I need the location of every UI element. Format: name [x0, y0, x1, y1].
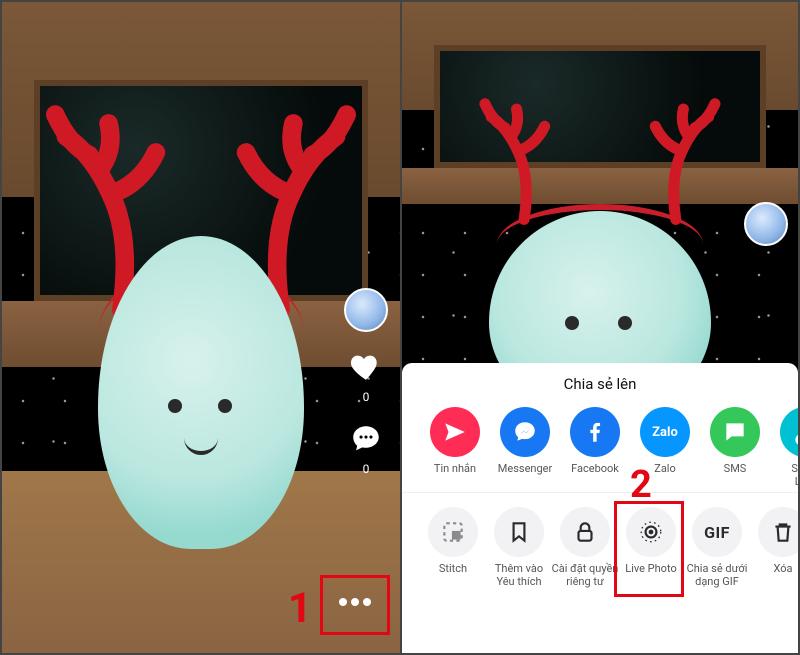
- annotation-number-1: 1: [288, 584, 312, 633]
- screenshot-right: Chia sẻ lên Tin nhắnMessengerFacebook Zal…: [400, 2, 798, 653]
- video-frame: [402, 2, 798, 363]
- share-sheet-title: Chia sẻ lên: [402, 363, 798, 401]
- sms-icon: [710, 407, 760, 457]
- avatar[interactable]: [744, 202, 788, 246]
- action-delete[interactable]: Xóa: [750, 507, 798, 588]
- share-facebook[interactable]: Facebook: [560, 407, 630, 488]
- action-stitch[interactable]: Stitch: [420, 507, 486, 588]
- action-privacy[interactable]: Cài đặt quyền riêng tư: [552, 507, 618, 588]
- more-button[interactable]: [332, 579, 378, 625]
- share-sms[interactable]: SMS: [700, 407, 770, 488]
- action-label: Live Photo: [615, 563, 687, 576]
- like-icon[interactable]: [349, 350, 383, 384]
- like-count: 0: [363, 390, 370, 404]
- action-label: Stitch: [417, 563, 489, 576]
- gif-icon: GIF: [692, 507, 742, 557]
- delete-icon: [758, 507, 798, 557]
- messenger-icon: [500, 407, 550, 457]
- action-livephoto[interactable]: Live Photo: [618, 507, 684, 588]
- share-label: Tin nhắn: [419, 463, 491, 476]
- copylink-icon: [780, 407, 798, 457]
- facebook-icon: [570, 407, 620, 457]
- livephoto-icon: [626, 507, 676, 557]
- zalo-icon: Zalo: [640, 407, 690, 457]
- share-label: Facebook: [559, 463, 631, 476]
- action-label: Cài đặt quyền riêng tư: [549, 563, 621, 588]
- share-label: SMS: [699, 463, 771, 476]
- share-send[interactable]: Tin nhắn: [420, 407, 490, 488]
- share-label: Sao c Liên: [769, 463, 798, 488]
- share-sheet: Chia sẻ lên Tin nhắnMessengerFacebook Zal…: [402, 363, 798, 653]
- annotation-number-2: 2: [630, 463, 652, 507]
- avatar[interactable]: [344, 288, 388, 332]
- action-label: Chia sẻ dưới dạng GIF: [681, 563, 753, 588]
- comment-icon[interactable]: [349, 422, 383, 456]
- share-apps-row: Tin nhắnMessengerFacebookZaloZaloSMSSao …: [402, 401, 798, 488]
- share-messenger[interactable]: Messenger: [490, 407, 560, 488]
- share-label: Messenger: [489, 463, 561, 476]
- share-actions-row: StitchThêm vào Yêu thíchCài đặt quyền ri…: [402, 492, 798, 588]
- action-favorite[interactable]: Thêm vào Yêu thích: [486, 507, 552, 588]
- stitch-icon: [428, 507, 478, 557]
- action-gif[interactable]: GIF Chia sẻ dưới dạng GIF: [684, 507, 750, 588]
- screenshot-left: 0 0 1: [2, 2, 400, 653]
- share-copylink[interactable]: Sao c Liên: [770, 407, 798, 488]
- privacy-icon: [560, 507, 610, 557]
- video-frame: [2, 2, 400, 653]
- action-label: Xóa: [747, 563, 798, 576]
- comment-count: 0: [363, 462, 370, 476]
- favorite-icon: [494, 507, 544, 557]
- action-label: Thêm vào Yêu thích: [483, 563, 555, 588]
- send-icon: [430, 407, 480, 457]
